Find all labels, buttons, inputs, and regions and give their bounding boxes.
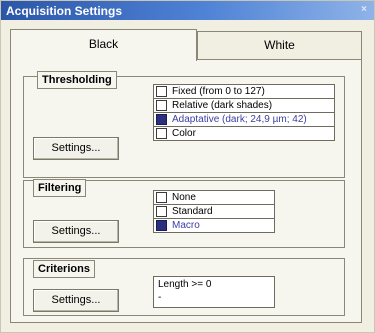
checkbox-macro[interactable] bbox=[156, 220, 167, 231]
list-item[interactable]: Standard bbox=[154, 205, 274, 219]
option-label: Standard bbox=[172, 206, 213, 217]
list-item[interactable]: Fixed (from 0 to 127) bbox=[154, 85, 334, 99]
list-item[interactable]: Relative (dark shades) bbox=[154, 99, 334, 113]
list-item[interactable]: None bbox=[154, 191, 274, 205]
thresholding-options: Fixed (from 0 to 127) Relative (dark sha… bbox=[153, 84, 335, 141]
title-bar[interactable]: Acquisition Settings × bbox=[1, 1, 374, 20]
filtering-title: Filtering bbox=[33, 179, 87, 197]
tab-white[interactable]: White bbox=[197, 31, 362, 59]
option-label: Macro bbox=[172, 220, 200, 231]
criterion-line: - bbox=[158, 292, 162, 303]
filtering-options: None Standard Macro bbox=[153, 190, 275, 233]
option-label: Adaptative (dark; 24,9 µm; 42) bbox=[172, 114, 307, 125]
option-label: Relative (dark shades) bbox=[172, 100, 273, 111]
list-item[interactable]: Color bbox=[154, 127, 334, 140]
criterion-line: Length >= 0 bbox=[158, 279, 212, 290]
checkbox-standard[interactable] bbox=[156, 206, 167, 217]
tab-content: Thresholding Fixed (from 0 to 127) Relat… bbox=[10, 59, 362, 323]
close-icon[interactable]: × bbox=[357, 3, 371, 17]
thresholding-settings-button[interactable]: Settings... bbox=[33, 137, 119, 160]
list-item[interactable]: Macro bbox=[154, 219, 274, 232]
tab-black[interactable]: Black bbox=[10, 29, 197, 61]
criterions-settings-button[interactable]: Settings... bbox=[33, 289, 119, 312]
thresholding-title: Thresholding bbox=[37, 71, 117, 89]
checkbox-color[interactable] bbox=[156, 128, 167, 139]
checkbox-fixed[interactable] bbox=[156, 86, 167, 97]
acquisition-settings-window: Acquisition Settings × Black White Thres… bbox=[0, 0, 375, 333]
window-title: Acquisition Settings bbox=[6, 4, 123, 18]
option-label: None bbox=[172, 192, 196, 203]
checkbox-relative[interactable] bbox=[156, 100, 167, 111]
tab-strip: Black White bbox=[10, 29, 362, 61]
filtering-settings-button[interactable]: Settings... bbox=[33, 220, 119, 243]
option-label: Color bbox=[172, 128, 196, 139]
criterions-text[interactable]: Length >= 0 - bbox=[153, 276, 275, 308]
checkbox-none[interactable] bbox=[156, 192, 167, 203]
option-label: Fixed (from 0 to 127) bbox=[172, 86, 265, 97]
checkbox-adaptative[interactable] bbox=[156, 114, 167, 125]
list-item[interactable]: Adaptative (dark; 24,9 µm; 42) bbox=[154, 113, 334, 127]
criterions-title: Criterions bbox=[33, 260, 95, 278]
